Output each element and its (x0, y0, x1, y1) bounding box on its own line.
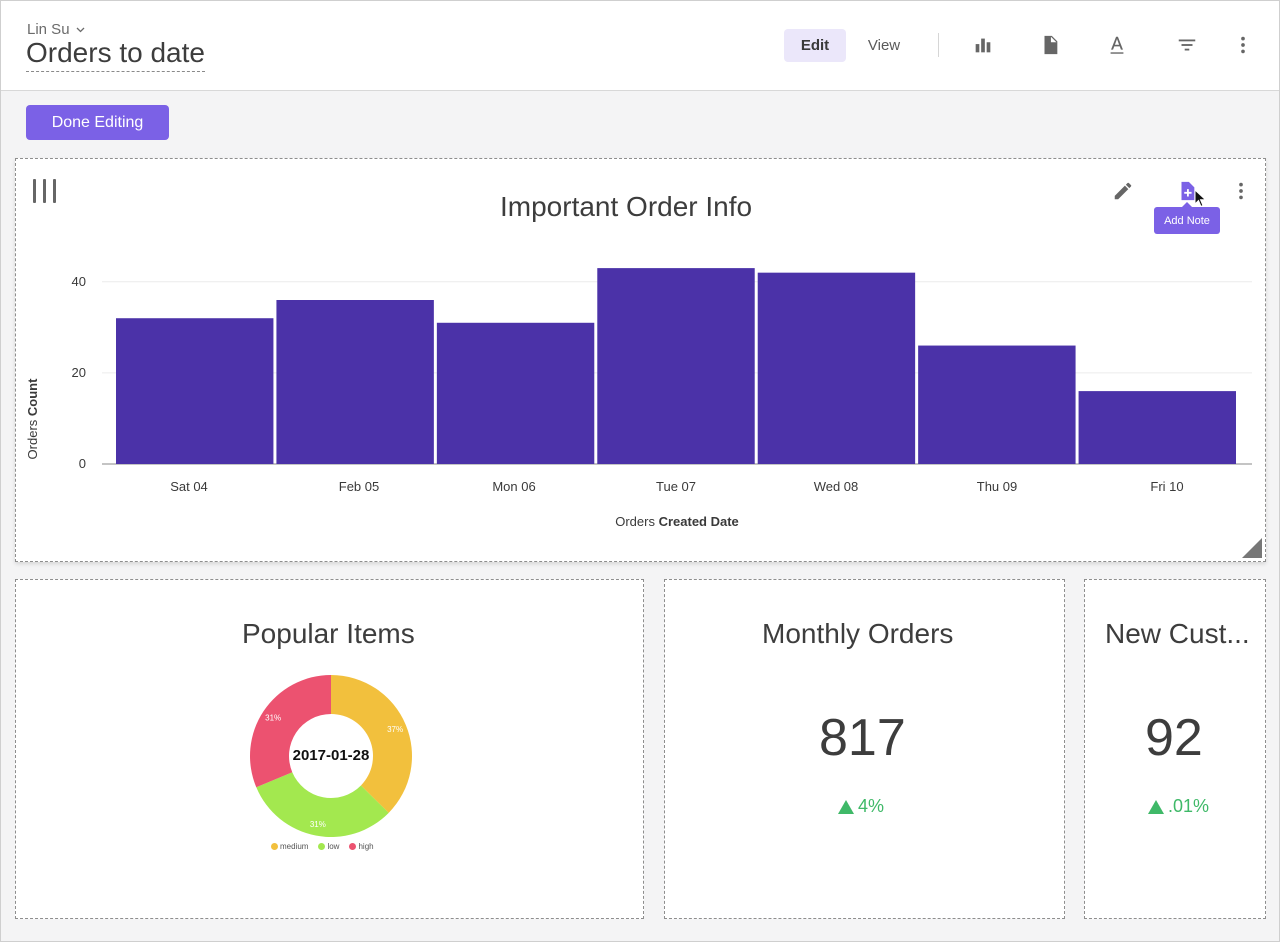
monthly-delta-value: 4% (858, 796, 885, 816)
resize-handle-icon[interactable] (1242, 538, 1262, 558)
x-tick-label: Sat 04 (170, 479, 208, 494)
top-header: Lin Su Orders to date Edit View (0, 0, 1280, 91)
more-vert-icon[interactable] (1231, 33, 1255, 57)
legend-dot (318, 843, 326, 850)
legend-dot (271, 843, 278, 850)
x-tick-label: Feb 05 (339, 479, 379, 494)
x-axis-label: Orders Created Date (615, 514, 739, 529)
bar-mon-06[interactable] (436, 322, 595, 464)
bar-wed-08[interactable] (757, 272, 916, 464)
donut-legend: medium low high (271, 842, 374, 851)
legend-item-medium: medium (271, 842, 308, 851)
y-axis-label: Orders Count (25, 378, 40, 460)
donut-slice-label: 31% (265, 714, 281, 723)
donut-slice-high[interactable] (249, 675, 331, 788)
monthly-orders-value: 817 (819, 709, 906, 767)
done-editing-button[interactable]: Done Editing (26, 105, 169, 140)
legend-item-low: low (318, 842, 339, 851)
x-tick-label: Wed 08 (814, 479, 859, 494)
legend-item-high: high (349, 842, 374, 851)
donut-slice-label: 37% (387, 725, 403, 734)
monthly-orders-title: Monthly Orders (762, 618, 954, 649)
bar-chart-icon[interactable] (971, 33, 995, 57)
view-mode-button[interactable]: View (854, 29, 914, 62)
x-tick-label: Fri 10 (1150, 479, 1183, 494)
text-format-icon[interactable] (1105, 33, 1129, 57)
document-icon[interactable] (1038, 33, 1062, 57)
important-order-info-tile: Important Order Info Add Note 0 20 40 Sat … (15, 158, 1266, 562)
new-customers-value: 92 (1145, 709, 1203, 767)
legend-label: medium (280, 842, 309, 851)
x-tick-label: Tue 07 (656, 479, 696, 494)
new-customers-title: New Cust... (1105, 618, 1250, 649)
bar-fri-10[interactable] (1078, 391, 1236, 464)
header-divider (938, 33, 939, 57)
y-tick-label: 20 (72, 365, 86, 380)
filter-icon[interactable] (1175, 33, 1199, 57)
bar-thu-09[interactable] (918, 345, 1076, 464)
donut-slice-medium[interactable] (331, 675, 413, 813)
y-tick-label: 40 (72, 274, 86, 289)
y-tick-label: 0 (79, 456, 86, 471)
popular-items-tile: Popular Items 37% 31% 31% 2017-01-28 mediu… (15, 579, 644, 919)
monthly-orders-tile: Monthly Orders 817 4% (664, 579, 1065, 919)
new-customers-delta-value: .01% (1168, 796, 1210, 816)
up-triangle-icon (1148, 799, 1164, 814)
up-triangle-icon (838, 799, 854, 814)
bar-tue-07[interactable] (597, 268, 755, 464)
new-customers-tile: New Cust... 92 .01% (1084, 579, 1266, 919)
donut-slice-label: 31% (310, 820, 326, 829)
popular-items-donut-chart: 37% 31% 31% 2017-01-28 (249, 675, 413, 838)
orders-bar-chart: 0 20 40 Sat 04 Feb 05 Mon 06 Tue 07 Wed 08 Thu … (25, 268, 1252, 529)
chevron-down-icon (76, 27, 85, 32)
legend-label: low (327, 842, 340, 851)
owner-dropdown[interactable]: Lin Su (27, 21, 85, 38)
x-tick-label: Mon 06 (492, 479, 535, 494)
edit-mode-button[interactable]: Edit (784, 29, 846, 62)
new-customers-delta: .01% (1148, 796, 1209, 817)
x-tick-label: Thu 09 (977, 479, 1017, 494)
legend-dot (349, 843, 357, 850)
page-title[interactable]: Orders to date (26, 37, 205, 72)
bar-sat-04[interactable] (116, 318, 274, 464)
monthly-orders-delta: 4% (838, 796, 884, 817)
bar-feb-05[interactable] (276, 300, 434, 464)
donut-center-label: 2017-01-28 (293, 747, 370, 764)
legend-label: high (358, 842, 374, 851)
owner-name: Lin Su (27, 21, 70, 38)
